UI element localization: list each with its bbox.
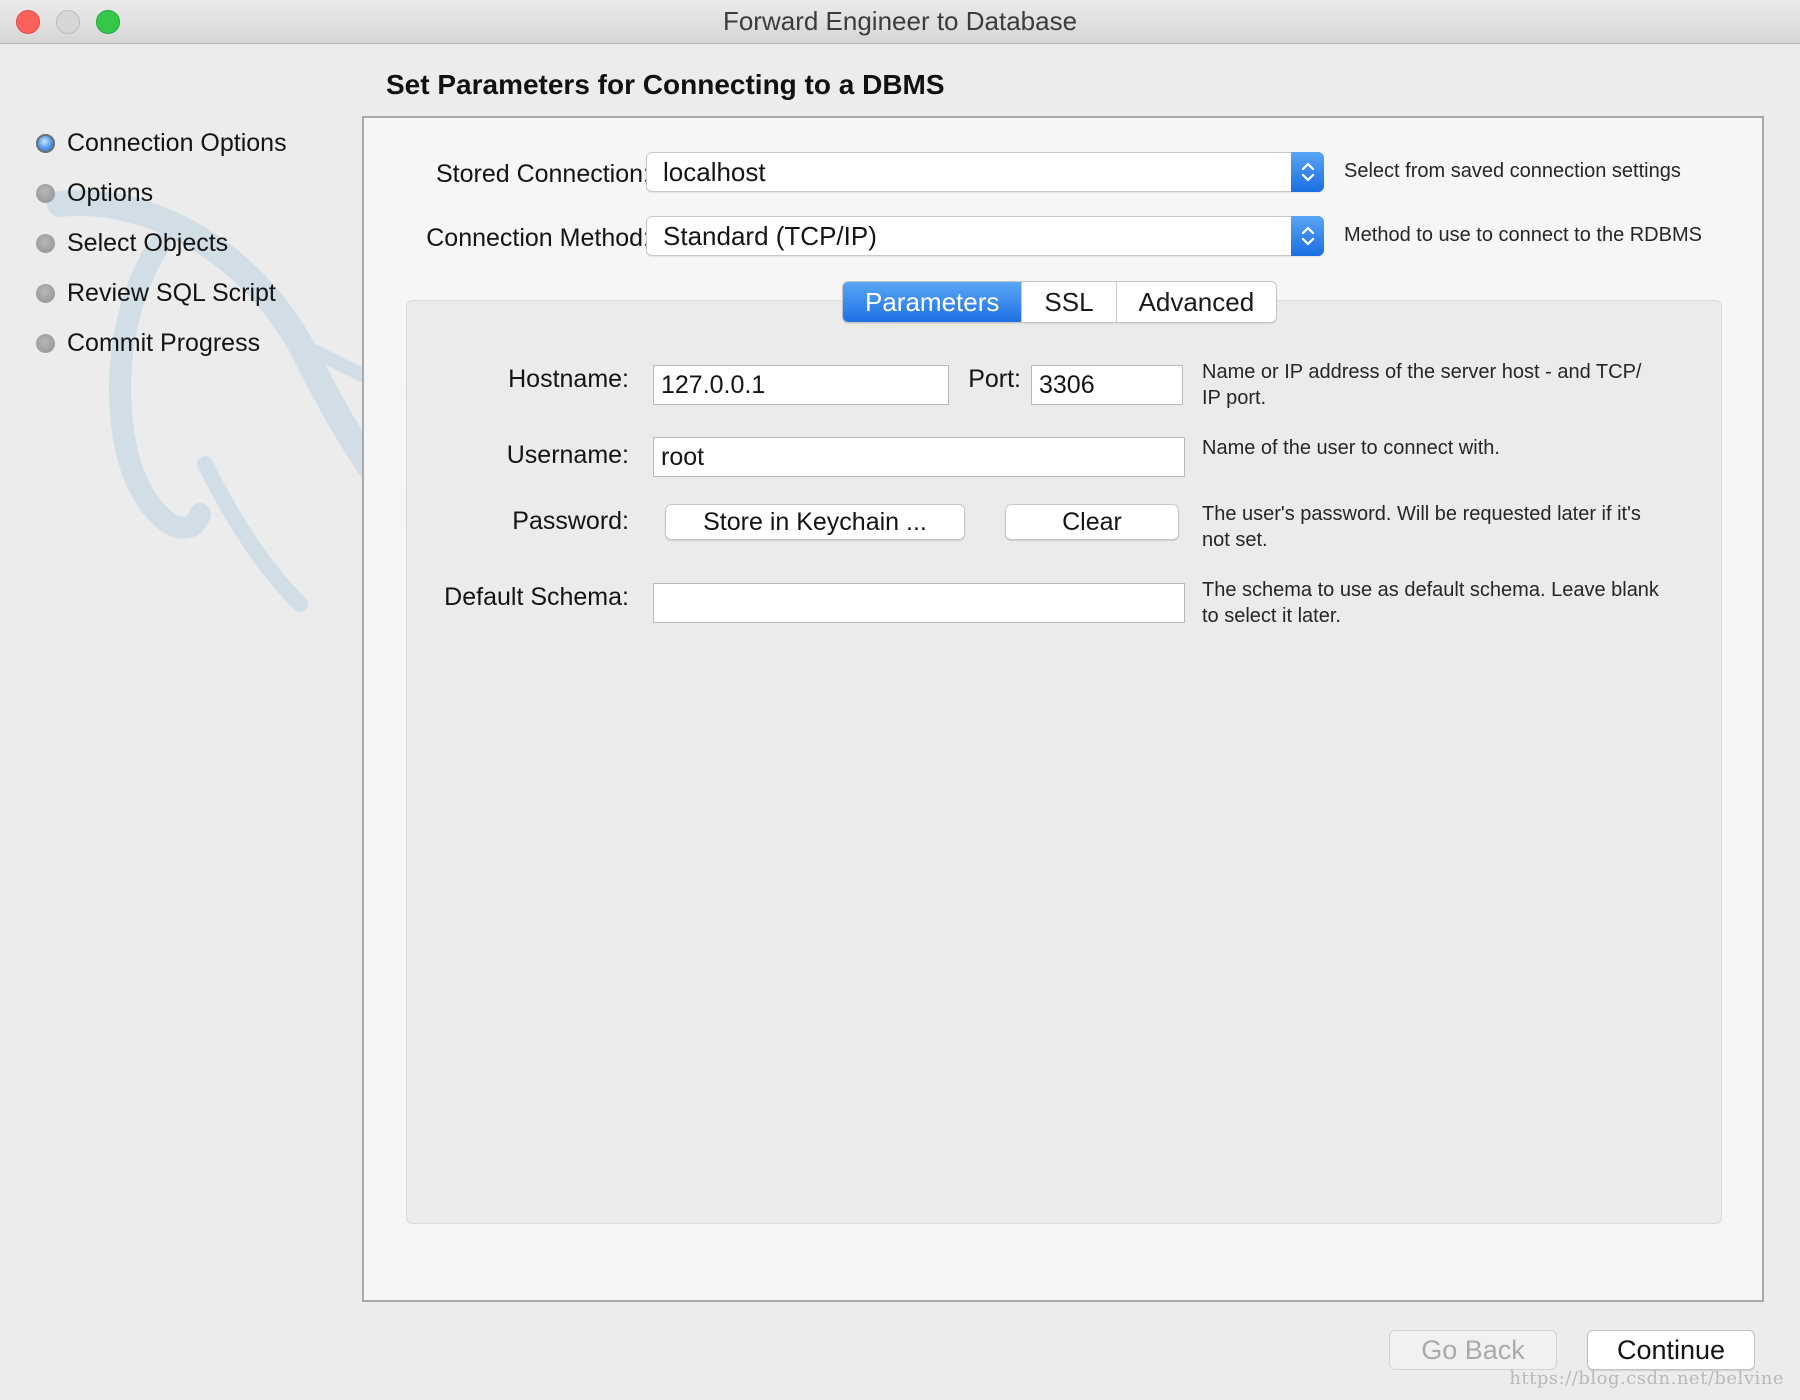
step-label: Commit Progress (67, 328, 261, 357)
popup-chevrons-icon (1291, 152, 1324, 192)
hostname-hint: Name or IP address of the server host - … (1202, 359, 1641, 411)
step-label: Review SQL Script (67, 278, 276, 307)
store-in-keychain-button[interactable]: Store in Keychain ... (665, 504, 965, 540)
connection-tabs: Parameters SSL Advanced (842, 281, 1278, 323)
default-schema-field[interactable] (653, 583, 1185, 623)
connection-panel: Stored Connection: localhost Select from… (362, 116, 1764, 1302)
step-bullet-icon (36, 283, 55, 303)
stored-connection-select[interactable]: localhost (646, 152, 1324, 192)
hostname-label: Hostname: (508, 365, 629, 393)
step-commit-progress[interactable]: Commit Progress (36, 318, 356, 368)
port-label: Port: (968, 365, 1021, 393)
active-step-bullet-icon (36, 133, 55, 153)
step-select-objects[interactable]: Select Objects (36, 218, 356, 268)
window-title: Forward Engineer to Database (722, 6, 1078, 36)
password-hint: The user's password. Will be requested l… (1202, 501, 1641, 553)
step-review-sql-script[interactable]: Review SQL Script (36, 268, 356, 318)
title-bar: Forward Engineer to Database (0, 0, 1800, 44)
go-back-button[interactable]: Go Back (1389, 1330, 1557, 1370)
step-label: Select Objects (67, 228, 229, 257)
password-label: Password: (512, 507, 629, 535)
popup-chevrons-icon (1291, 216, 1324, 256)
close-window-button[interactable] (16, 10, 40, 34)
hostname-hint-line: Name or IP address of the server host - … (1202, 361, 1642, 383)
default-schema-label: Default Schema: (444, 583, 629, 611)
step-options[interactable]: Options (36, 168, 356, 218)
username-label: Username: (506, 441, 629, 469)
password-hint-line: The user's password. Will be requested l… (1202, 503, 1641, 525)
password-hint-line: not set. (1202, 529, 1268, 551)
source-url-watermark: https://blog.csdn.net/belvine (1509, 1368, 1784, 1389)
step-bullet-icon (36, 233, 55, 253)
stored-connection-value: localhost (663, 157, 766, 187)
zoom-window-button[interactable] (96, 10, 120, 34)
step-label: Connection Options (67, 128, 287, 157)
default-schema-hint: The schema to use as default schema. Lea… (1202, 577, 1659, 629)
connection-method-hint: Method to use to connect to the RDBMS (1344, 224, 1702, 246)
step-label: Options (67, 178, 154, 207)
continue-button[interactable]: Continue (1587, 1330, 1755, 1370)
stored-connection-label: Stored Connection: (435, 160, 650, 188)
connection-method-label: Connection Method: (426, 224, 650, 252)
connection-method-value: Standard (TCP/IP) (663, 221, 877, 251)
stored-connection-hint: Select from saved connection settings (1344, 160, 1681, 182)
step-bullet-icon (36, 333, 55, 353)
parameters-tab-panel: Hostname: 127.0.0.1 Port: 3306 Name or I… (406, 300, 1722, 1224)
tab-advanced[interactable]: Advanced (1115, 282, 1277, 322)
step-bullet-icon (36, 183, 55, 203)
username-field[interactable]: root (653, 437, 1185, 477)
tab-ssl[interactable]: SSL (1021, 282, 1115, 322)
port-field[interactable]: 3306 (1031, 365, 1183, 405)
hostname-field[interactable]: 127.0.0.1 (653, 365, 949, 405)
tab-parameters[interactable]: Parameters (843, 282, 1022, 322)
wizard-steps: Connection Options Options Select Object… (36, 118, 356, 368)
default-schema-hint-line: to select it later. (1202, 605, 1341, 627)
step-connection-options[interactable]: Connection Options (36, 118, 356, 168)
username-hint: Name of the user to connect with. (1202, 437, 1500, 459)
page-title: Set Parameters for Connecting to a DBMS (386, 69, 945, 100)
connection-method-select[interactable]: Standard (TCP/IP) (646, 216, 1324, 256)
dialog-window: Forward Engineer to Database Connection … (0, 0, 1800, 1400)
hostname-hint-line: IP port. (1202, 387, 1267, 409)
minimize-window-button[interactable] (56, 10, 80, 34)
default-schema-hint-line: The schema to use as default schema. Lea… (1202, 579, 1659, 601)
clear-password-button[interactable]: Clear (1005, 504, 1179, 540)
